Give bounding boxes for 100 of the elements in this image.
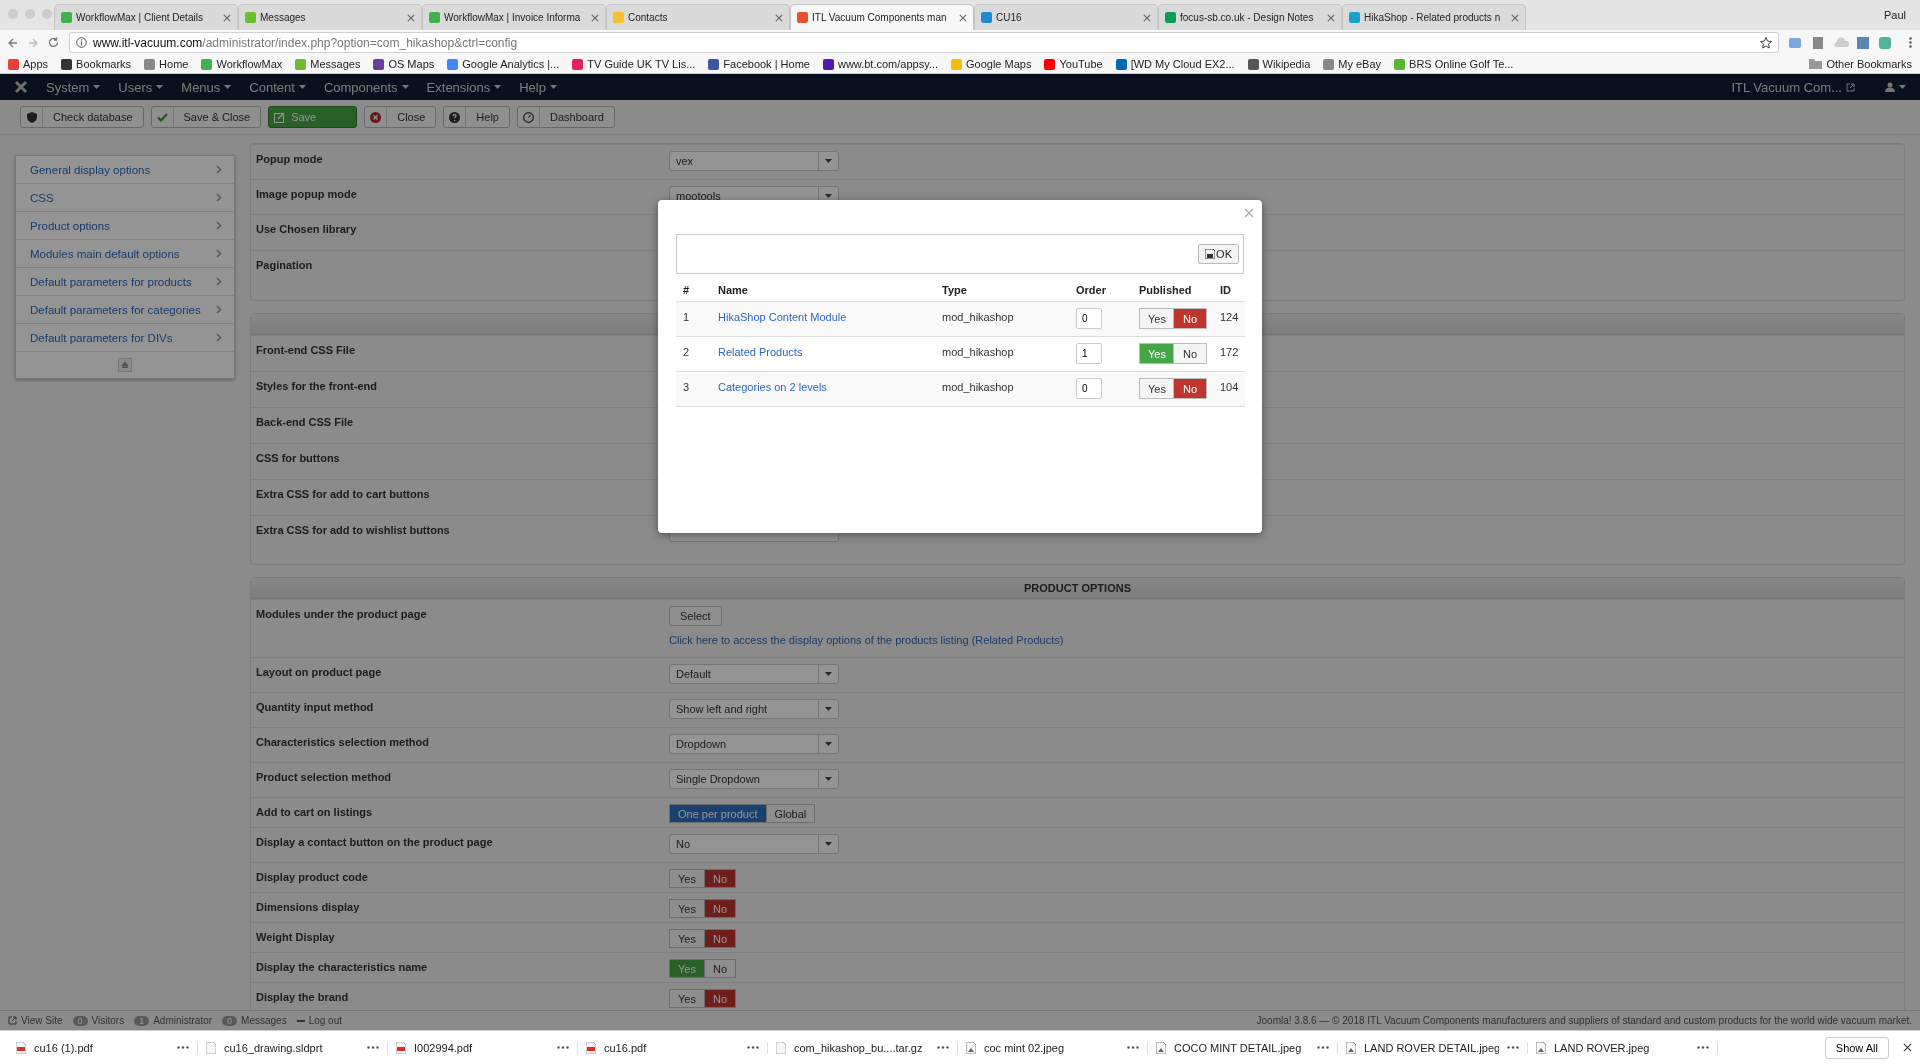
menu-item[interactable]: Help	[519, 79, 557, 95]
status-item[interactable]: View Site	[8, 1015, 63, 1026]
status-item[interactable]: Log out	[296, 1015, 343, 1026]
close-icon[interactable]	[775, 13, 783, 22]
no-toggle[interactable]: No	[703, 899, 736, 918]
toolbar-button[interactable]: Dashboard	[517, 106, 615, 128]
dropdown[interactable]: Dropdown	[669, 734, 839, 754]
bookmark[interactable]: YouTube	[1044, 58, 1103, 70]
user-menu[interactable]	[1885, 82, 1906, 92]
option-toggle[interactable]: Global	[765, 804, 816, 823]
download-item[interactable]: cu16 (1).pdf	[8, 1041, 198, 1054]
yes-toggle[interactable]: Yes	[1139, 378, 1174, 399]
module-link[interactable]: Categories on 2 levels	[718, 381, 827, 393]
close-icon[interactable]	[959, 13, 967, 22]
other-bookmarks[interactable]: Other Bookmarks	[1809, 58, 1912, 70]
close-icon[interactable]	[223, 13, 231, 22]
close-icon[interactable]	[1511, 13, 1519, 22]
download-item[interactable]: coc mint 02.jpeg	[958, 1041, 1148, 1054]
reload-icon[interactable]	[48, 37, 59, 48]
menu-item[interactable]: System	[46, 79, 101, 95]
bookmark[interactable]: Facebook | Home	[708, 58, 810, 70]
bookmark[interactable]: OS Maps	[373, 58, 435, 70]
sidebar-item[interactable]: Product options	[16, 212, 234, 240]
browser-tab[interactable]: WorkflowMax | Client Details	[54, 4, 238, 30]
bookmark[interactable]: www.bt.com/appsy...	[822, 58, 938, 70]
collapse-icon[interactable]	[118, 358, 132, 372]
sidebar-item[interactable]: CSS	[16, 184, 234, 212]
download-item[interactable]: cu16_drawing.sldprt	[198, 1041, 388, 1054]
sidebar-item[interactable]: General display options	[16, 156, 234, 184]
toolbar-button[interactable]: Check database	[20, 106, 144, 128]
no-toggle[interactable]: No	[1173, 378, 1207, 399]
bookmark[interactable]: Messages	[295, 58, 361, 70]
dropdown[interactable]: vex	[669, 151, 839, 171]
order-field[interactable]: 0	[1076, 308, 1102, 329]
menu-item[interactable]: Menus	[181, 79, 232, 95]
toolbar-button[interactable]: Close	[364, 106, 437, 128]
order-field[interactable]: 0	[1076, 378, 1102, 399]
yes-toggle[interactable]: Yes	[669, 899, 705, 918]
profile-name[interactable]: Paul	[1883, 9, 1906, 21]
bookmark[interactable]: Wikipedia	[1247, 58, 1311, 70]
more-icon[interactable]	[367, 1046, 379, 1049]
site-link[interactable]: ITL Vacuum Com...	[1731, 79, 1855, 95]
browser-tab[interactable]: Messages	[238, 4, 422, 30]
menu-item[interactable]: Users	[118, 79, 164, 95]
download-item[interactable]: cu16.pdf	[578, 1041, 768, 1054]
ok-button[interactable]: OK	[1198, 244, 1239, 264]
close-icon[interactable]	[591, 13, 599, 22]
download-item[interactable]: COCO MINT DETAIL.jpeg	[1148, 1041, 1338, 1054]
yes-toggle[interactable]: Yes	[1139, 343, 1174, 364]
option-toggle[interactable]: One per product	[669, 804, 767, 823]
browser-tab[interactable]: focus-sb.co.uk - Design Notes	[1158, 4, 1342, 30]
sidebar-item[interactable]: Default parameters for products	[16, 268, 234, 296]
bookmark[interactable]: Apps	[8, 58, 49, 70]
address-field[interactable]: www.itl-vacuum.com/administrator/index.php?option=com_hikashop&ctrl=config	[69, 32, 1779, 53]
no-toggle[interactable]: No	[1173, 308, 1207, 329]
yes-toggle[interactable]: Yes	[669, 929, 705, 948]
close-icon[interactable]	[407, 13, 415, 22]
star-icon[interactable]	[1760, 36, 1772, 49]
browser-tab[interactable]: HikaShop - Related products n	[1342, 4, 1526, 30]
no-toggle[interactable]: No	[703, 959, 736, 978]
browser-tab[interactable]: WorkflowMax | Invoice Informa	[422, 4, 606, 30]
download-item[interactable]: I002994.pdf	[388, 1041, 578, 1054]
bookmark[interactable]: Bookmarks	[61, 58, 132, 70]
bookmark[interactable]: BRS Online Golf Te...	[1394, 58, 1514, 70]
more-icon[interactable]	[1697, 1046, 1709, 1049]
toolbar-button[interactable]: Save & Close	[150, 106, 262, 128]
more-icon[interactable]	[177, 1046, 189, 1049]
more-icon[interactable]	[1127, 1046, 1139, 1049]
close-icon[interactable]	[1327, 13, 1335, 22]
browser-tab[interactable]: CU16	[974, 4, 1158, 30]
show-all-button[interactable]: Show All	[1824, 1036, 1889, 1059]
back-icon[interactable]	[8, 37, 18, 48]
select-button[interactable]: Select	[669, 606, 722, 626]
sidebar-item[interactable]: Default parameters for DIVs	[16, 324, 234, 352]
no-toggle[interactable]: No	[1173, 343, 1207, 364]
module-link[interactable]: Related Products	[718, 346, 803, 358]
dropdown[interactable]: Default	[669, 664, 839, 684]
module-link[interactable]: HikaShop Content Module	[718, 311, 847, 323]
toolbar-button[interactable]: Help	[443, 106, 510, 128]
dropdown[interactable]: Show left and right	[669, 699, 839, 719]
joomla-logo-icon[interactable]	[14, 80, 28, 94]
yes-toggle[interactable]: Yes	[669, 869, 705, 888]
bookmark[interactable]: Google Maps	[951, 58, 1032, 70]
order-field[interactable]: 1	[1076, 343, 1102, 364]
no-toggle[interactable]: No	[703, 869, 736, 888]
bookmark[interactable]: My eBay	[1323, 58, 1382, 70]
more-icon[interactable]	[937, 1046, 949, 1049]
close-icon[interactable]	[1903, 1043, 1912, 1052]
download-item[interactable]: LAND ROVER.jpeg	[1528, 1041, 1718, 1054]
no-toggle[interactable]: No	[703, 989, 736, 1008]
display-options-link[interactable]: Click here to access the display options of the products listing (Related Products)	[669, 634, 1899, 646]
download-item[interactable]: LAND ROVER DETAIL.jpeg	[1338, 1041, 1528, 1054]
bookmark[interactable]: Google Analytics |...	[447, 58, 560, 70]
download-item[interactable]: com_hikashop_bu....tar.gz	[768, 1041, 958, 1054]
close-icon[interactable]	[1143, 13, 1151, 22]
bookmark[interactable]: [WD My Cloud EX2...	[1115, 58, 1235, 70]
bookmark[interactable]: WorkflowMax	[201, 58, 283, 70]
yes-toggle[interactable]: Yes	[669, 989, 705, 1008]
dropdown[interactable]: No	[669, 834, 839, 854]
sidebar-item[interactable]: Modules main default options	[16, 240, 234, 268]
